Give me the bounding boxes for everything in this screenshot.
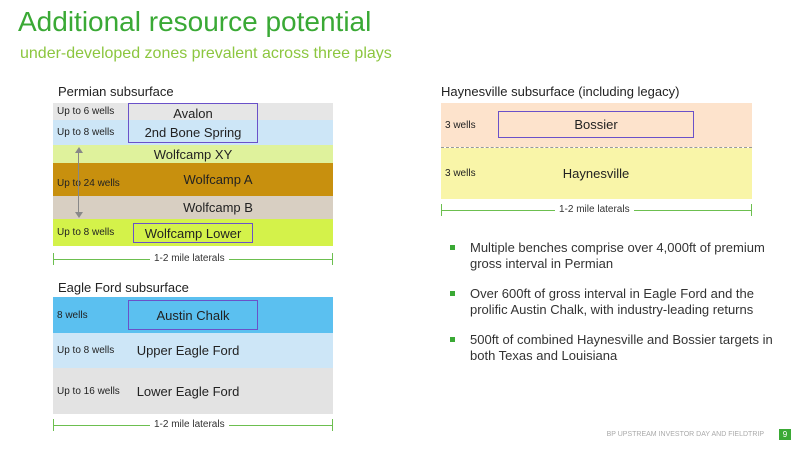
- zone-box-austin-chalk: Austin Chalk: [128, 300, 258, 330]
- zone-name: Wolfcamp Lower: [144, 225, 242, 241]
- bullet-square-icon: [450, 291, 455, 296]
- arrow-up-icon: [75, 147, 83, 153]
- zone-name: Wolfcamp B: [183, 200, 253, 215]
- lateral-tick-right: [332, 419, 333, 431]
- band-upper-eagle-ford: Up to 8 wells Upper Eagle Ford: [53, 333, 333, 368]
- zone-name: Lower Eagle Ford: [136, 383, 240, 399]
- wells-label: Up to 8 wells: [57, 345, 115, 356]
- zone-box-wolfcamp-lower: Wolfcamp Lower: [133, 223, 253, 243]
- lateral-tick-left: [53, 253, 54, 265]
- lateral-tick-right: [751, 204, 752, 216]
- vertical-arrow-line: [78, 152, 79, 212]
- key-point-text: 500ft of combined Haynesville and Bossie…: [470, 332, 773, 363]
- band-wolfcamp-b: Wolfcamp B: [53, 196, 333, 219]
- laterals-label: 1-2 mile laterals: [150, 419, 229, 430]
- wells-label: Up to 8 wells: [57, 127, 115, 138]
- zone-name: 2nd Bone Spring: [144, 125, 242, 140]
- zone-name: Austin Chalk: [156, 307, 230, 323]
- band-wolfcamp-a: Up to 24 wells Wolfcamp A: [53, 163, 333, 196]
- arrow-down-icon: [75, 212, 83, 218]
- key-point-text: Multiple benches comprise over 4,000ft o…: [470, 240, 765, 271]
- band-lower-eagle-ford: Up to 16 wells Lower Eagle Ford: [53, 368, 333, 414]
- zone-name: Haynesville: [562, 166, 630, 181]
- permian-heading: Permian subsurface: [58, 84, 174, 99]
- key-point-item: Multiple benches comprise over 4,000ft o…: [450, 240, 780, 272]
- wells-label: 3 wells: [445, 119, 476, 131]
- wells-label: 8 wells: [57, 309, 88, 321]
- zone-box-avalon-bone-spring: Avalon 2nd Bone Spring: [128, 103, 258, 143]
- key-points-list: Multiple benches comprise over 4,000ft o…: [450, 240, 780, 378]
- bullet-square-icon: [450, 245, 455, 250]
- bullet-square-icon: [450, 337, 455, 342]
- key-point-item: Over 600ft of gross interval in Eagle Fo…: [450, 286, 780, 318]
- key-point-text: Over 600ft of gross interval in Eagle Fo…: [470, 286, 754, 317]
- zone-name: Wolfcamp A: [183, 172, 253, 187]
- wells-label: 3 wells: [445, 168, 476, 179]
- wells-label: Up to 8 wells: [57, 227, 115, 238]
- slide-subtitle: under-developed zones prevalent across t…: [20, 45, 392, 62]
- wells-label: Up to 16 wells: [57, 385, 120, 397]
- zone-box-bossier: Bossier: [498, 111, 694, 138]
- wells-label: Up to 6 wells: [57, 106, 115, 117]
- page-number: 9: [779, 429, 791, 440]
- zone-name: Bossier: [574, 117, 618, 132]
- lateral-tick-left: [53, 419, 54, 431]
- band-haynesville: 3 wells Haynesville: [441, 148, 752, 199]
- key-point-item: 500ft of combined Haynesville and Bossie…: [450, 332, 780, 364]
- zone-name: Avalon: [173, 106, 213, 121]
- lateral-tick-right: [332, 253, 333, 265]
- band-wolfcamp-xy: Wolfcamp XY: [53, 145, 333, 163]
- lateral-tick-left: [441, 204, 442, 216]
- zone-name: Upper Eagle Ford: [136, 343, 240, 358]
- zone-name: Wolfcamp XY: [153, 146, 233, 162]
- slide-title: Additional resource potential: [18, 6, 372, 37]
- laterals-label: 1-2 mile laterals: [555, 204, 634, 215]
- footer-text: BP UPSTREAM INVESTOR DAY AND FIELDTRIP: [606, 431, 764, 438]
- eagle-ford-heading: Eagle Ford subsurface: [58, 280, 189, 295]
- laterals-label: 1-2 mile laterals: [150, 253, 229, 264]
- haynesville-heading: Haynesville subsurface (including legacy…: [441, 84, 680, 99]
